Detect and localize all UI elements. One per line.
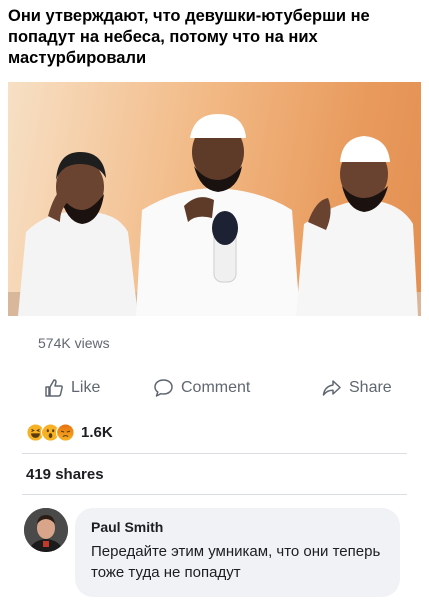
share-arrow-icon (322, 380, 341, 396)
share-count[interactable]: 419 shares (26, 466, 104, 483)
avatar-photo (24, 508, 68, 552)
right-man-figure (296, 136, 418, 316)
three-men-podcast-image (8, 114, 421, 316)
divider (22, 453, 407, 454)
comment-button[interactable]: Comment (153, 372, 250, 404)
like-label: Like (71, 379, 101, 396)
video-thumbnail[interactable] (8, 82, 421, 316)
angry-emoji-icon (56, 422, 75, 442)
comment-label: Comment (181, 379, 251, 396)
reaction-count: 1.6K (81, 423, 113, 441)
left-man-figure (18, 152, 138, 316)
thumbs-up-icon (45, 379, 63, 397)
view-count: 574K views (38, 335, 110, 351)
comment-text: Передайте этим умникам, что они теперь т… (91, 543, 381, 581)
reactions-summary[interactable]: 1.6K (26, 420, 113, 444)
meme-caption: Они утверждают, что девушки-ютуберши не … (8, 7, 370, 67)
post-actions-bar: Like Comment Share (8, 372, 421, 404)
reaction-emojis (26, 422, 75, 442)
speech-bubble-icon (154, 379, 173, 397)
divider (22, 494, 407, 495)
share-button[interactable]: Share (321, 372, 392, 404)
like-button[interactable]: Like (44, 372, 100, 404)
middle-man-figure (136, 114, 300, 316)
share-label: Share (349, 379, 392, 396)
comment-bubble: Paul Smith Передайте этим умникам, что о… (75, 508, 400, 597)
commenter-avatar[interactable] (24, 508, 68, 552)
comment-author[interactable]: Paul Smith (91, 519, 384, 535)
